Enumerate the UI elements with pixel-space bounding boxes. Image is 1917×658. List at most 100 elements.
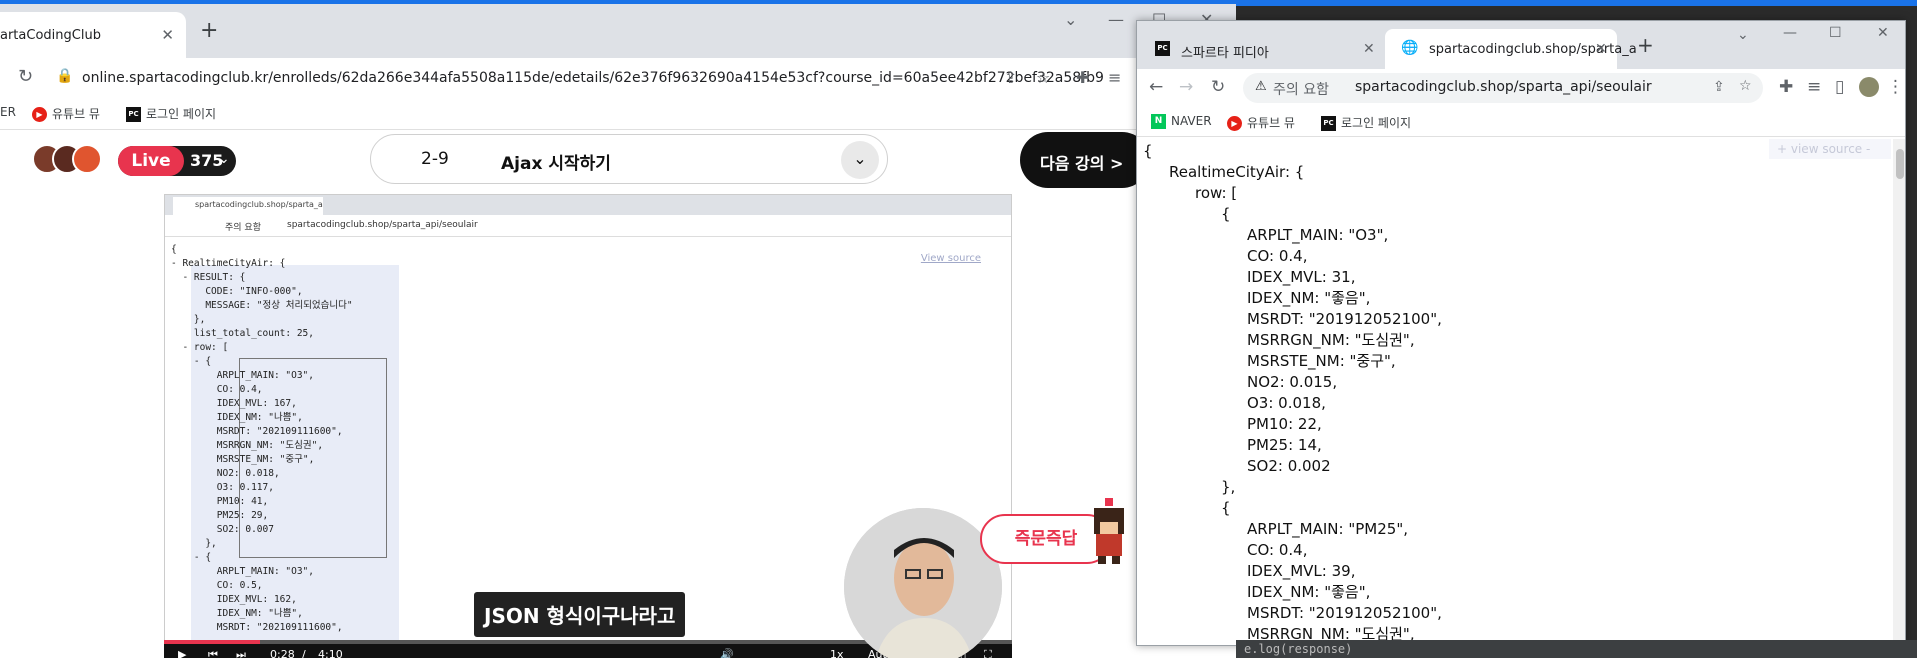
star-icon[interactable]: ☆ xyxy=(1739,78,1752,94)
bookmark-login[interactable]: PC 로그인 페이지 xyxy=(1321,114,1411,131)
address-bar: ↻ 🔒 online.spartacodingclub.kr/enrolleds… xyxy=(0,58,1236,98)
bookmark-youtube[interactable]: ▶ 유튜브 뮤 xyxy=(1227,114,1295,131)
new-tab-icon[interactable]: + xyxy=(200,18,218,43)
live-avatars[interactable] xyxy=(32,144,112,176)
youtube-icon: ▶ xyxy=(32,107,47,122)
play-icon[interactable]: ▶ xyxy=(178,648,186,658)
live-badge[interactable]: Live 375 ⌄ xyxy=(118,146,236,176)
bookmark-login[interactable]: PC 로그인 페이지 xyxy=(126,105,216,122)
view-source-link[interactable]: + view source - xyxy=(1769,139,1891,159)
volume-icon[interactable]: 🔊 xyxy=(720,648,734,658)
video-json-line: }, xyxy=(171,314,206,325)
video-json-line: CO: 0.4, xyxy=(171,384,263,395)
json-line: CO: 0.4, xyxy=(1247,541,1308,559)
url-field[interactable]: ⚠ 주의 요함 spartacodingclub.shop/sparta_api… xyxy=(1243,73,1763,103)
json-line: MSRDT: "201912052100", xyxy=(1247,604,1442,622)
close-icon[interactable]: ✕ xyxy=(1363,41,1375,57)
tab-title: artaCodingClub xyxy=(0,28,101,43)
forward-icon[interactable]: → xyxy=(1179,77,1193,97)
json-line: CO: 0.4, xyxy=(1247,247,1308,265)
maximize-icon[interactable]: ☐ xyxy=(1829,25,1842,41)
video-json-line: SO2: 0.007 xyxy=(171,524,274,535)
next-icon[interactable]: ⏭ xyxy=(236,648,246,658)
side-panel-icon[interactable]: ▯ xyxy=(1835,77,1844,97)
console-snippet: e.log(response) xyxy=(1236,640,1917,658)
chevron-down-icon[interactable]: ⌄ xyxy=(1737,27,1749,43)
close-icon[interactable]: ✕ xyxy=(1595,41,1607,57)
presenter-webcam xyxy=(844,508,1002,658)
close-icon[interactable]: ✕ xyxy=(161,26,174,44)
address-bar: ← → ↻ ⚠ 주의 요함 spartacodingclub.shop/spar… xyxy=(1137,69,1905,107)
mascot-character-icon xyxy=(1094,498,1124,564)
scrollbar[interactable] xyxy=(1893,139,1905,645)
fullscreen-icon[interactable]: ⛶ xyxy=(984,648,992,658)
previous-icon[interactable]: ⏮ xyxy=(208,648,218,658)
video-json-line: IDEX_NM: "나쁨", xyxy=(171,412,303,423)
lock-icon[interactable]: 🔒 xyxy=(56,68,73,84)
share-icon[interactable]: ⇪ xyxy=(1713,79,1725,95)
json-line: MSRRGN_NM: "도심권", xyxy=(1247,331,1415,349)
video-json-line: - { xyxy=(171,552,212,563)
media-icon[interactable]: ≡ xyxy=(1108,68,1121,87)
star-icon[interactable]: ☆ xyxy=(1036,68,1050,87)
window-close-icon[interactable]: ✕ xyxy=(1877,25,1889,41)
time-separator: / xyxy=(302,648,306,658)
bookmark-youtube[interactable]: ▶ 유튜브 뮤 xyxy=(32,105,100,122)
video-json-line: CODE: "INFO-000", xyxy=(171,286,303,297)
video-json-line: IDEX_MVL: 162, xyxy=(171,594,297,605)
minimize-icon[interactable]: — xyxy=(1108,10,1124,29)
naver-icon: N xyxy=(1151,114,1166,129)
bookmark-naver[interactable]: ER xyxy=(0,105,16,119)
new-tab-icon[interactable]: + xyxy=(1637,33,1654,57)
video-json-line: PM10: 41, xyxy=(171,496,269,507)
video-json-line: CO: 0.5, xyxy=(171,580,263,591)
pc-icon: PC xyxy=(1155,41,1170,56)
media-icon[interactable]: ≡ xyxy=(1807,77,1821,97)
video-address-bar: 주의 요함 spartacodingclub.shop/sparta_api/s… xyxy=(165,215,1011,237)
video-tab-title: spartacodingclub.shop/sparta_a xyxy=(173,197,323,215)
menu-icon[interactable]: ⋮ xyxy=(1887,77,1904,97)
json-line: RealtimeCityAir: { xyxy=(1169,163,1305,181)
minimize-icon[interactable]: — xyxy=(1783,25,1797,41)
lesson-selector[interactable]: 2-9 Ajax 시작하기 ⌄ xyxy=(370,134,888,184)
chevron-down-icon[interactable]: ⌄ xyxy=(1064,10,1077,29)
json-line: { xyxy=(1221,499,1231,517)
video-json-line: }, xyxy=(171,538,217,549)
json-line: MSRSTE_NM: "중구", xyxy=(1247,352,1396,370)
json-line: PM10: 22, xyxy=(1247,415,1322,433)
extensions-icon[interactable]: ✚ xyxy=(1076,68,1089,87)
tab-title: 스파르타 피디아 xyxy=(1181,46,1269,61)
next-lesson-button[interactable]: 다음 강의 > xyxy=(1020,132,1150,188)
globe-icon: 🌐 xyxy=(1401,40,1419,56)
profile-avatar[interactable] xyxy=(1859,77,1879,97)
share-icon[interactable]: ⇪ xyxy=(1004,68,1017,87)
video-json-line: - row: [ xyxy=(171,342,229,353)
video-json-line: MSRDT: "202109111600", xyxy=(171,622,343,633)
json-line: { xyxy=(1221,205,1231,223)
json-line: PM25: 14, xyxy=(1247,436,1322,454)
youtube-icon: ▶ xyxy=(1227,116,1242,131)
scrollbar-thumb[interactable] xyxy=(1896,149,1904,179)
time-total: 4:10 xyxy=(318,648,343,658)
chevron-down-icon[interactable]: ⌄ xyxy=(841,141,879,179)
extensions-icon[interactable]: ✚ xyxy=(1779,77,1793,97)
tab-sparta-pedia[interactable]: PC 스파르타 피디아 ✕ xyxy=(1137,29,1375,69)
view-source-link: View source xyxy=(920,253,981,264)
json-line: ARPLT_MAIN: "O3", xyxy=(1247,226,1389,244)
reload-icon[interactable]: ↻ xyxy=(18,66,33,87)
video-json-line: ARPLT_MAIN: "O3", xyxy=(171,566,314,577)
video-json-line: MESSAGE: "정상 처리되었습니다" xyxy=(171,300,353,311)
json-line: O3: 0.018, xyxy=(1247,394,1326,412)
video-json-line: - { xyxy=(171,356,212,367)
bookmark-naver[interactable]: N NAVER xyxy=(1151,114,1212,129)
url-field[interactable]: online.spartacodingclub.kr/enrolleds/62d… xyxy=(82,70,1104,86)
reload-icon[interactable]: ↻ xyxy=(1211,77,1225,97)
video-json-line: { xyxy=(171,244,177,255)
back-icon[interactable]: ← xyxy=(1149,77,1163,97)
json-line: SO2: 0.002 xyxy=(1247,457,1331,475)
tab-spartacodingclub[interactable]: artaCodingClub ✕ xyxy=(0,12,186,58)
tab-seoulair[interactable]: 🌐 spartacodingclub.shop/sparta_a ✕ xyxy=(1385,29,1637,69)
json-viewer: {RealtimeCityAir: {row: [{ARPLT_MAIN: "O… xyxy=(1137,139,1893,645)
live-label: Live xyxy=(118,146,184,176)
speed-button[interactable]: 1x xyxy=(830,648,844,658)
